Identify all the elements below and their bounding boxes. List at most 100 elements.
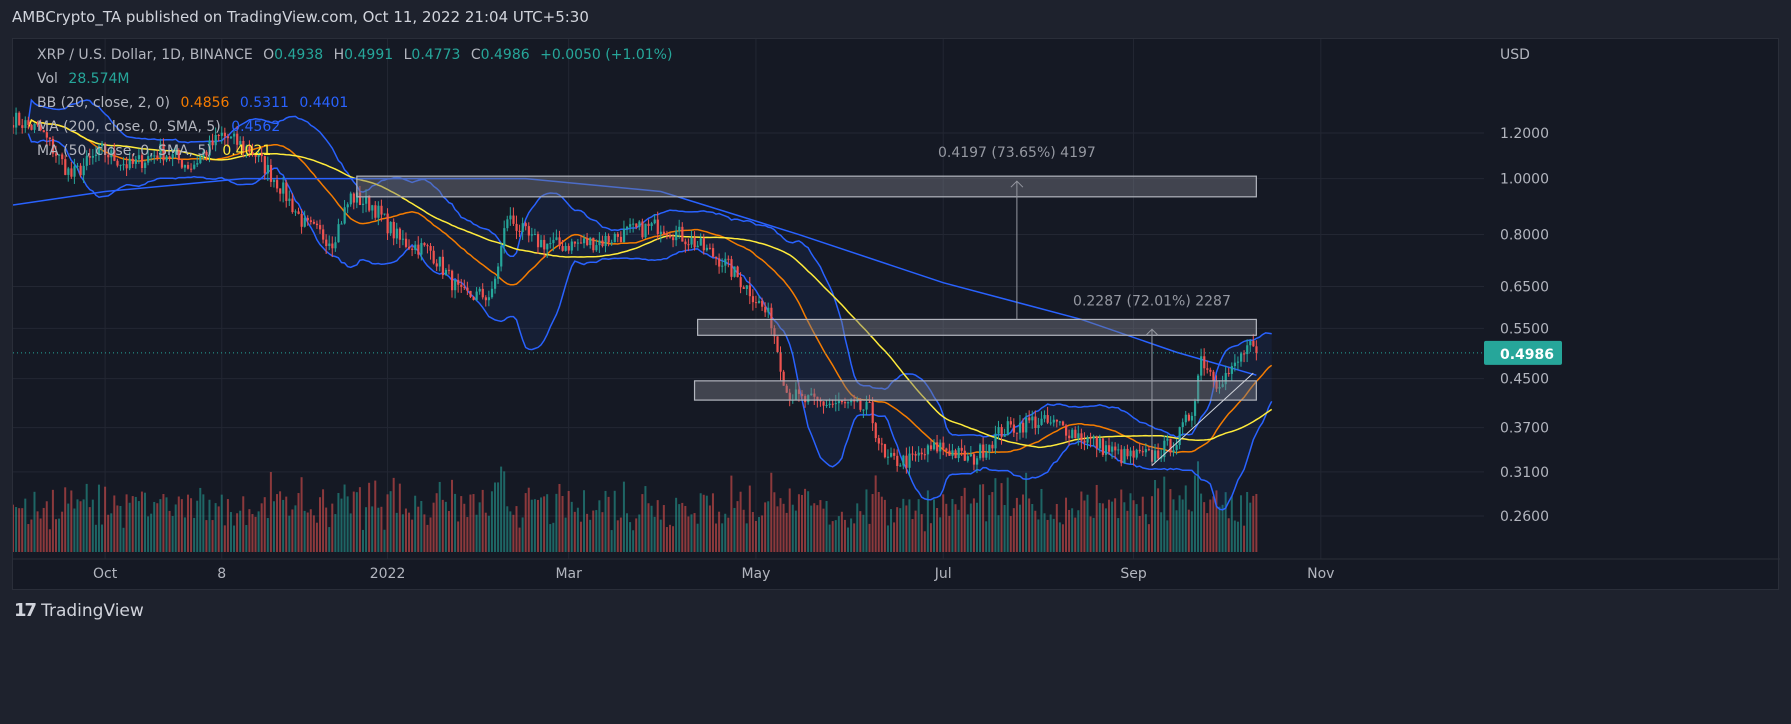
volume-bar (128, 502, 131, 552)
candle-body (180, 159, 184, 168)
high-label: H (333, 47, 345, 63)
volume-bar (368, 482, 371, 552)
volume-bar (1160, 512, 1163, 552)
volume-bar (285, 496, 288, 552)
volume-bar (33, 491, 36, 552)
candle-body (398, 228, 402, 240)
candle-body (15, 112, 18, 128)
volume-bar (509, 511, 512, 552)
candle-body (733, 266, 736, 277)
ma50-legend[interactable]: MA (50, close, 0, SMA, 5) 0.4021 (37, 143, 277, 159)
candle-body (745, 285, 748, 289)
volume-bar (656, 500, 659, 552)
volume-bar (1175, 510, 1178, 552)
ma200-legend[interactable]: MA (200, close, 0, SMA, 5) 0.4562 (37, 119, 286, 135)
candle-body (914, 454, 917, 456)
volume-bar (180, 499, 183, 552)
close-value: 0.4986 (480, 47, 530, 63)
volume-bar (736, 501, 739, 552)
volume-bar (1058, 522, 1061, 552)
candle-body (982, 444, 985, 458)
candle-body (724, 258, 727, 266)
volume-bar (773, 492, 776, 552)
candle-body (331, 243, 334, 249)
candle-body (73, 166, 76, 177)
candle-body (1052, 419, 1055, 423)
candle-body (1049, 422, 1052, 424)
volume-bar (217, 506, 220, 552)
volume-bar (481, 489, 484, 552)
candle-body (226, 136, 230, 139)
candle-body (837, 400, 841, 404)
candle-body (487, 297, 491, 301)
volume-bar (451, 479, 454, 552)
volume-bar (374, 480, 377, 552)
volume-bar (957, 509, 960, 552)
volume-bar (1065, 497, 1068, 552)
volume-bar (751, 512, 754, 552)
volume-bar (82, 499, 85, 552)
volume-bar (325, 507, 328, 552)
volume-bar (896, 507, 899, 552)
bb-legend[interactable]: BB (20, close, 2, 0) 0.4856 0.5311 0.440… (37, 95, 354, 111)
candle-body (579, 242, 583, 244)
candle-body (1061, 421, 1065, 426)
volume-bar (797, 494, 800, 552)
volume-bar (58, 518, 61, 552)
chart-panel[interactable]: 1.2000 1.0000 0.8000 0.6500 0.5500 0.4500 0.37… (12, 38, 1780, 590)
volume-bar (650, 505, 653, 552)
volume-bar (641, 494, 644, 552)
volume-bar (196, 500, 199, 552)
volume-bar (1190, 511, 1193, 552)
volume-bar (573, 511, 576, 552)
y-tick-label: 0.6500 (1500, 280, 1549, 296)
candle-body (527, 226, 530, 236)
volume-bar (30, 519, 33, 552)
candle-body (122, 164, 125, 166)
volume-bar (1129, 493, 1132, 552)
volume-legend[interactable]: Vol 28.574M (37, 71, 135, 87)
candle-body (1236, 361, 1240, 363)
volume-bar (540, 497, 543, 552)
volume-bar (951, 498, 954, 552)
volume-bar (54, 519, 57, 552)
candle-body (847, 402, 850, 404)
volume-bar (923, 531, 926, 552)
bb-label: BB (20, close, 2, 0) (37, 95, 170, 111)
candle-body (82, 165, 85, 176)
volume-bar (546, 494, 549, 552)
candle-body (730, 259, 733, 277)
candle-body (650, 223, 653, 226)
candle-body (905, 455, 908, 468)
volume-bar (116, 505, 119, 552)
volume-bar (423, 514, 426, 552)
candle-body (843, 402, 847, 404)
candle-body (893, 452, 896, 456)
volume-bar (1006, 477, 1009, 552)
volume-bar (527, 487, 530, 552)
footer-brand[interactable]: 17 TradingView (14, 600, 144, 621)
volume-bar (724, 513, 727, 552)
volume-value: 28.574M (68, 71, 130, 87)
volume-bar (162, 494, 165, 552)
y-axis-unit: USD (1500, 47, 1530, 63)
symbol-title[interactable]: XRP / U.S. Dollar, 1D, BINANCE (37, 47, 253, 63)
volume-bar (1043, 513, 1046, 552)
candle-body (319, 225, 322, 230)
volume-bar (380, 506, 383, 552)
y-tick-label: 0.5500 (1500, 321, 1549, 337)
volume-bar (1144, 514, 1147, 552)
volume-bar (1240, 495, 1242, 552)
candle-body (1000, 427, 1003, 437)
volume-bar (1046, 519, 1049, 552)
volume-bar (113, 495, 116, 552)
candle-body (346, 204, 349, 208)
candle-body (705, 247, 709, 251)
volume-bar (236, 513, 239, 552)
volume-bar (1077, 510, 1080, 552)
candle-body (70, 168, 73, 177)
candle-body (116, 160, 119, 166)
volume-bar (831, 521, 834, 552)
candle-body (622, 228, 626, 243)
volume-bar (1071, 508, 1074, 552)
